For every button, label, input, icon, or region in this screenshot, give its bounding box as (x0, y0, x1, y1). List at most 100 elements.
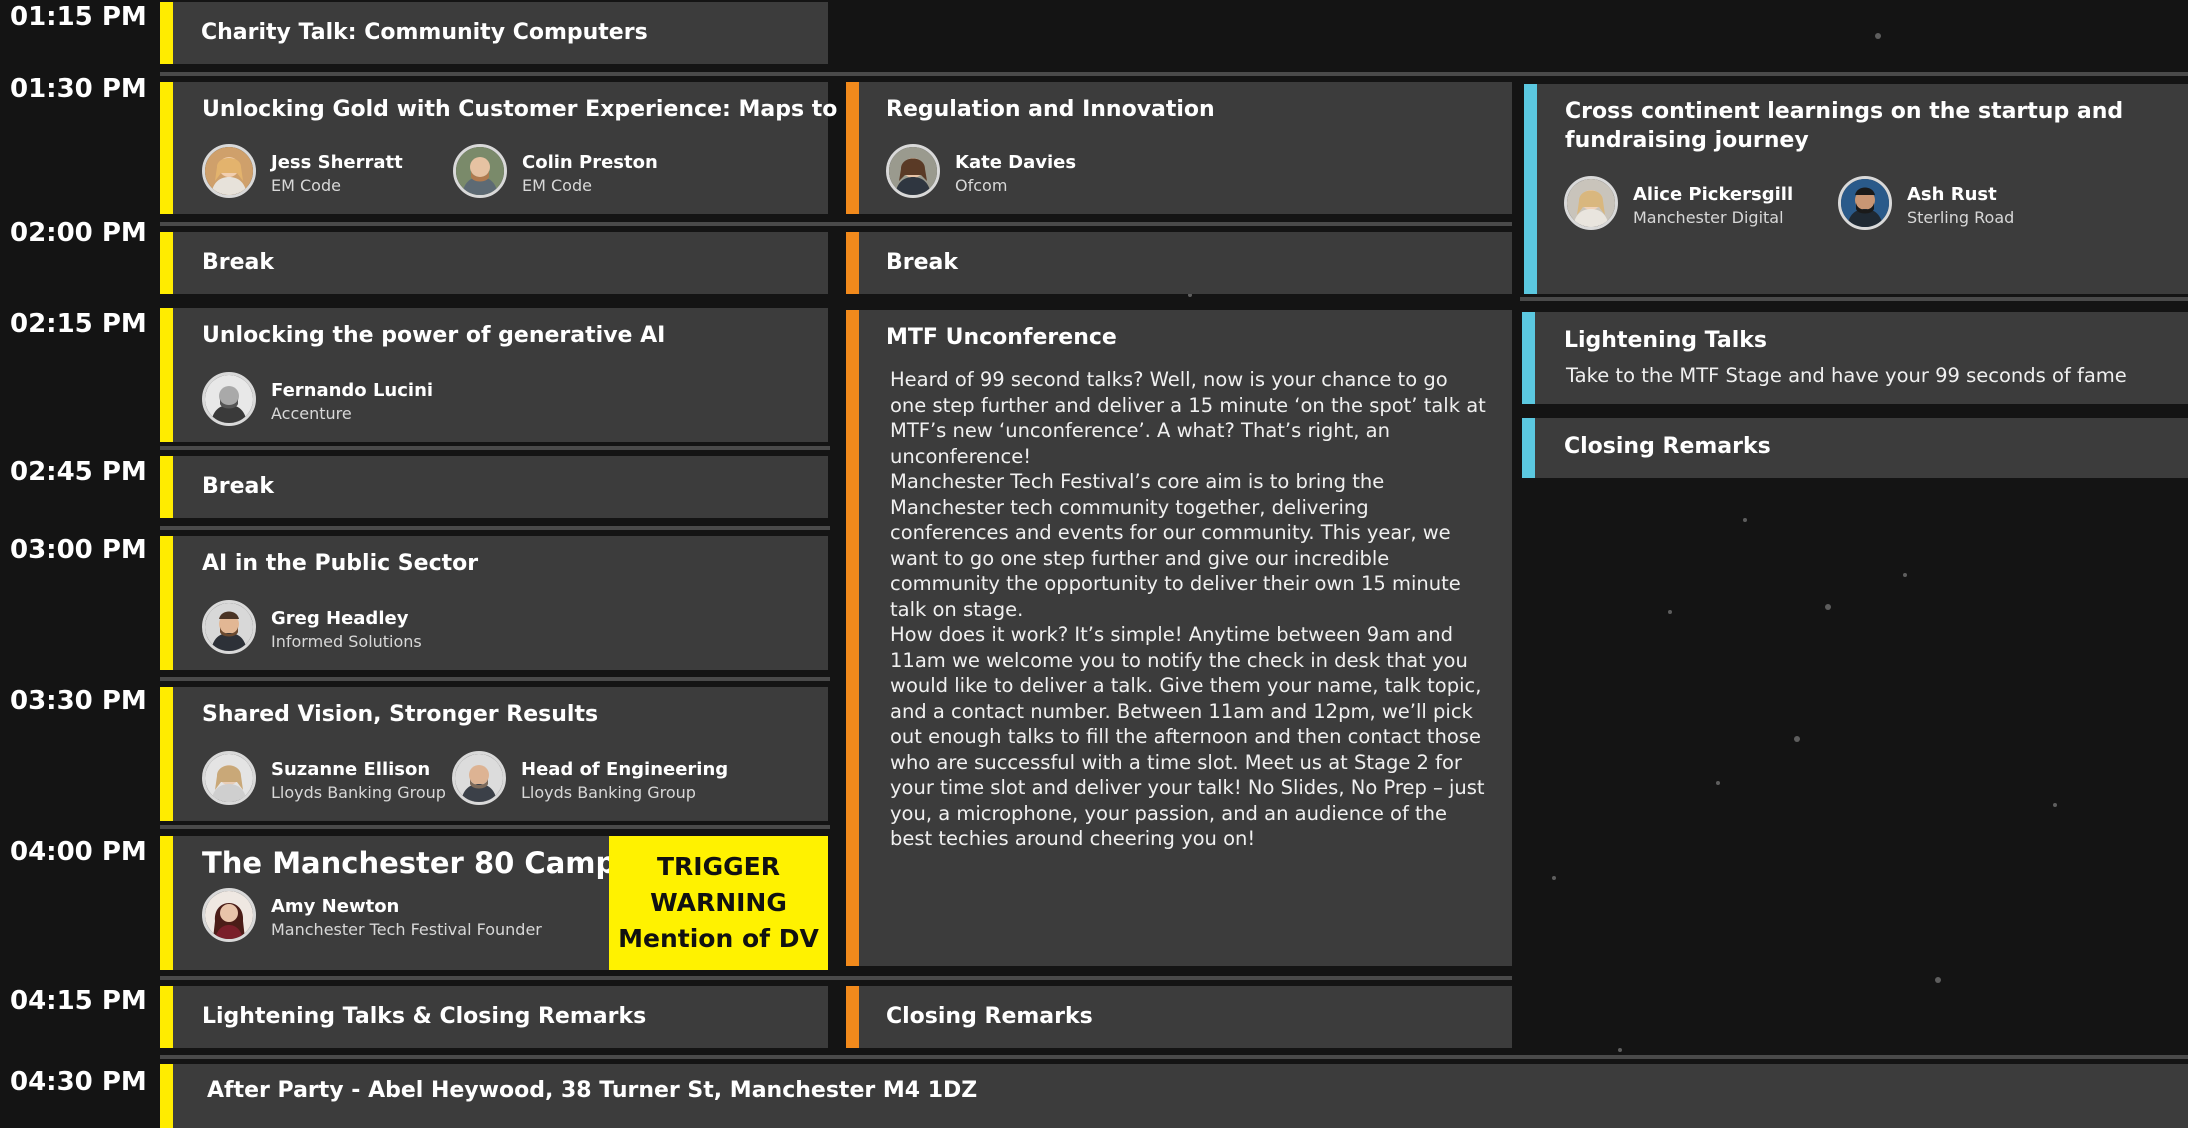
track-color-bar (160, 536, 173, 670)
session-card-after-party[interactable]: After Party - Abel Heywood, 38 Turner St… (160, 1064, 2188, 1128)
speaker-name: Colin Preston (522, 152, 658, 173)
speaker-avatar (202, 600, 256, 654)
time-label: 04:15 PM (10, 986, 147, 1016)
session-title: Closing Remarks (1564, 434, 1771, 459)
speaker-name: Amy Newton (271, 896, 400, 917)
speaker-avatar (886, 144, 940, 198)
session-card-lightening-talks[interactable]: Lightening Talks Take to the MTF Stage a… (1522, 312, 2188, 404)
session-description: Heard of 99 second talks? Well, now is y… (890, 368, 1486, 468)
session-card-break[interactable]: Break (846, 232, 1512, 294)
speaker-avatar (202, 372, 256, 426)
session-title: Break (202, 474, 275, 499)
speaker-avatar (1564, 176, 1618, 230)
trigger-warning-line: TRIGGER (657, 852, 780, 881)
time-label: 04:30 PM (10, 1067, 147, 1097)
time-label: 02:15 PM (10, 309, 147, 339)
track-color-bar (846, 82, 859, 214)
session-card-break[interactable]: Break (160, 456, 828, 518)
session-card-lightening-closing[interactable]: Lightening Talks & Closing Remarks (160, 986, 828, 1048)
track-color-bar (160, 687, 173, 821)
session-title: Unlocking the power of generative AI (202, 323, 666, 348)
speaker-org: Sterling Road (1907, 208, 2015, 227)
time-label: 01:30 PM (10, 74, 147, 104)
session-title: Cross continent learnings on the startup… (1565, 99, 2124, 153)
session-title: Break (202, 250, 275, 275)
speaker-avatar (453, 144, 507, 198)
session-title: Unlocking Gold with Customer Experience:… (202, 97, 927, 122)
speaker-org: Informed Solutions (271, 632, 422, 651)
time-label: 02:45 PM (10, 457, 147, 487)
track-color-bar (160, 2, 173, 64)
row-divider (1520, 297, 2188, 301)
session-card-closing-remarks[interactable]: Closing Remarks (1522, 418, 2188, 478)
session-card-charity[interactable]: Charity Talk: Community Computers (160, 2, 828, 64)
track-color-bar (160, 1064, 173, 1128)
session-title: Regulation and Innovation (886, 97, 1215, 122)
time-label: 01:15 PM (10, 2, 147, 32)
trigger-warning-badge: TRIGGER WARNING Mention of DV (609, 836, 828, 970)
session-card-regulation[interactable]: Regulation and Innovation Kate Davies Of… (846, 82, 1512, 214)
trigger-warning-line: WARNING (650, 888, 787, 917)
session-title: Shared Vision, Stronger Results (202, 702, 599, 727)
session-card-manchester-80[interactable]: The Manchester 80 Campaign Amy Newton Ma… (160, 836, 828, 970)
session-title: MTF Unconference (886, 325, 1117, 350)
session-card-public-sector[interactable]: AI in the Public Sector Greg Headley Inf… (160, 536, 828, 670)
session-description: Take to the MTF Stage and have your 99 s… (1566, 364, 2127, 387)
session-card-closing-remarks[interactable]: Closing Remarks (846, 986, 1512, 1048)
session-card-generative-ai[interactable]: Unlocking the power of generative AI Fer… (160, 308, 828, 442)
speaker-name: Kate Davies (955, 152, 1077, 173)
session-title: Charity Talk: Community Computers (201, 20, 648, 45)
track-color-bar (846, 310, 859, 966)
session-title: Lightening Talks & Closing Remarks (202, 1004, 647, 1029)
speaker-org: Ofcom (955, 176, 1008, 195)
session-title: AI in the Public Sector (202, 551, 479, 576)
session-title: After Party - Abel Heywood, 38 Turner St… (207, 1078, 978, 1103)
speaker-org: Manchester Digital (1633, 208, 1784, 227)
speaker-org: Lloyds Banking Group (271, 783, 446, 802)
session-card-shared-vision[interactable]: Shared Vision, Stronger Results Suzanne … (160, 687, 828, 821)
speaker-org: Lloyds Banking Group (521, 783, 696, 802)
row-divider (160, 222, 1512, 226)
session-description: Manchester Tech Festival’s core aim is t… (890, 470, 1461, 621)
row-divider (160, 72, 2188, 76)
session-title: Break (886, 250, 959, 275)
session-card-gold[interactable]: Unlocking Gold with Customer Experience:… (160, 82, 927, 214)
session-card-break[interactable]: Break (160, 232, 828, 294)
track-color-bar (846, 232, 859, 294)
track-color-bar (160, 456, 173, 518)
speaker-avatar (1838, 176, 1892, 230)
track-color-bar (160, 82, 173, 214)
speaker-org: EM Code (522, 176, 592, 195)
trigger-warning-line: Mention of DV (618, 924, 819, 953)
speaker-org: Manchester Tech Festival Founder (271, 920, 542, 939)
speaker-name: Jess Sherratt (271, 152, 403, 173)
track-color-bar (1522, 312, 1535, 404)
session-card-cross-continent[interactable]: Cross continent learnings on the startup… (1524, 84, 2188, 294)
time-label: 04:00 PM (10, 837, 147, 867)
row-divider (160, 976, 1512, 980)
speaker-name: Ash Rust (1907, 184, 1997, 205)
row-divider (160, 825, 830, 829)
time-label: 03:30 PM (10, 686, 147, 716)
session-card-unconference[interactable]: MTF Unconference Heard of 99 second talk… (846, 310, 1512, 966)
speaker-avatar (202, 144, 256, 198)
speaker-name: Suzanne Ellison (271, 759, 431, 780)
speaker-name: Alice Pickersgill (1633, 184, 1794, 205)
speaker-org: Accenture (271, 404, 352, 423)
track-color-bar (160, 308, 173, 442)
speaker-name: Head of Engineering (521, 759, 729, 780)
track-color-bar (1522, 418, 1535, 478)
session-description: How does it work? It’s simple! Anytime b… (890, 623, 1485, 850)
speaker-name: Greg Headley (271, 608, 409, 629)
speaker-avatar (202, 751, 256, 805)
speaker-org: EM Code (271, 176, 341, 195)
row-divider (160, 526, 830, 530)
track-color-bar (1524, 84, 1537, 294)
track-color-bar (160, 836, 173, 970)
speaker-name: Fernando Lucini (271, 380, 434, 401)
speaker-avatar (452, 751, 506, 805)
session-title: Lightening Talks (1564, 328, 1767, 353)
speaker-avatar (202, 888, 256, 942)
track-color-bar (160, 232, 173, 294)
time-label: 02:00 PM (10, 218, 147, 248)
